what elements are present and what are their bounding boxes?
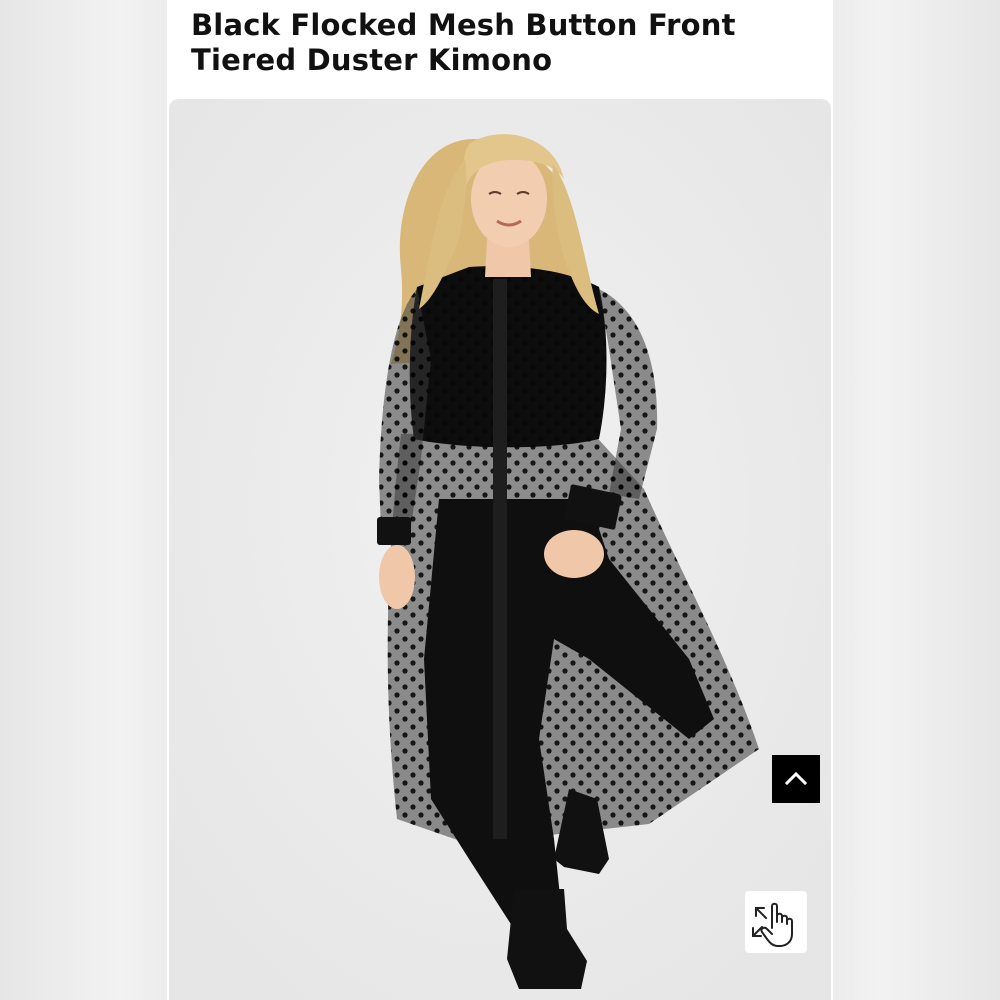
- product-title: Black Flocked Mesh Button Front Tiered D…: [191, 8, 736, 77]
- hand-pointer-expand-icon: [752, 902, 793, 947]
- zoom-button[interactable]: [745, 891, 807, 953]
- page-background: Black Flocked Mesh Button Front Tiered D…: [0, 0, 1000, 1000]
- product-photo[interactable]: [169, 99, 831, 1000]
- chevron-up-icon: [784, 771, 808, 786]
- model-illustration: [169, 99, 831, 1000]
- back-to-top-button[interactable]: [772, 755, 820, 803]
- product-card: Black Flocked Mesh Button Front Tiered D…: [167, 0, 833, 1000]
